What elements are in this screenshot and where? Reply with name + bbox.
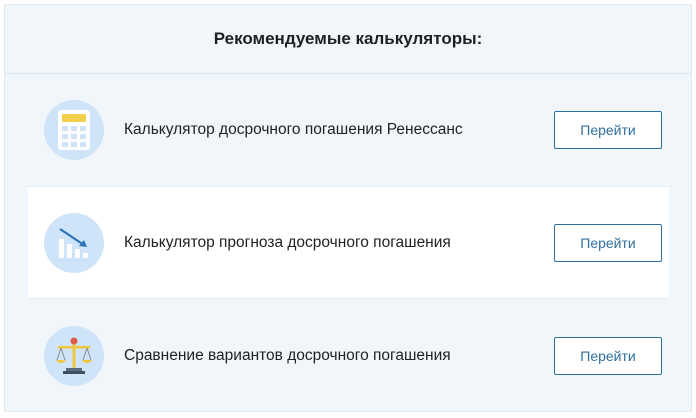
decline-chart-icon	[44, 212, 104, 273]
list-item-compare-options: Сравнение вариантов досрочного погашения…	[28, 299, 669, 412]
go-button-compare[interactable]: Перейти	[554, 336, 662, 375]
panel-header: Рекомендуемые калькуляторы:	[5, 5, 691, 74]
recommended-calculators-panel: Рекомендуемые калькуляторы: Калькулятор …	[4, 4, 692, 412]
panel-title: Рекомендуемые калькуляторы:	[213, 29, 483, 48]
go-button-renaissance[interactable]: Перейти	[554, 110, 662, 149]
list-item-forecast-calculator: Калькулятор прогноза досрочного погашени…	[28, 186, 669, 299]
calculator-icon	[44, 99, 104, 160]
list-item-renaissance-calculator: Калькулятор досрочного погашения Ренесса…	[28, 73, 669, 186]
item-label: Калькулятор прогноза досрочного погашени…	[124, 233, 451, 251]
item-label: Калькулятор досрочного погашения Ренесса…	[124, 120, 463, 138]
scales-icon	[44, 325, 104, 386]
item-label: Сравнение вариантов досрочного погашения	[124, 346, 451, 364]
go-button-forecast[interactable]: Перейти	[554, 223, 662, 262]
